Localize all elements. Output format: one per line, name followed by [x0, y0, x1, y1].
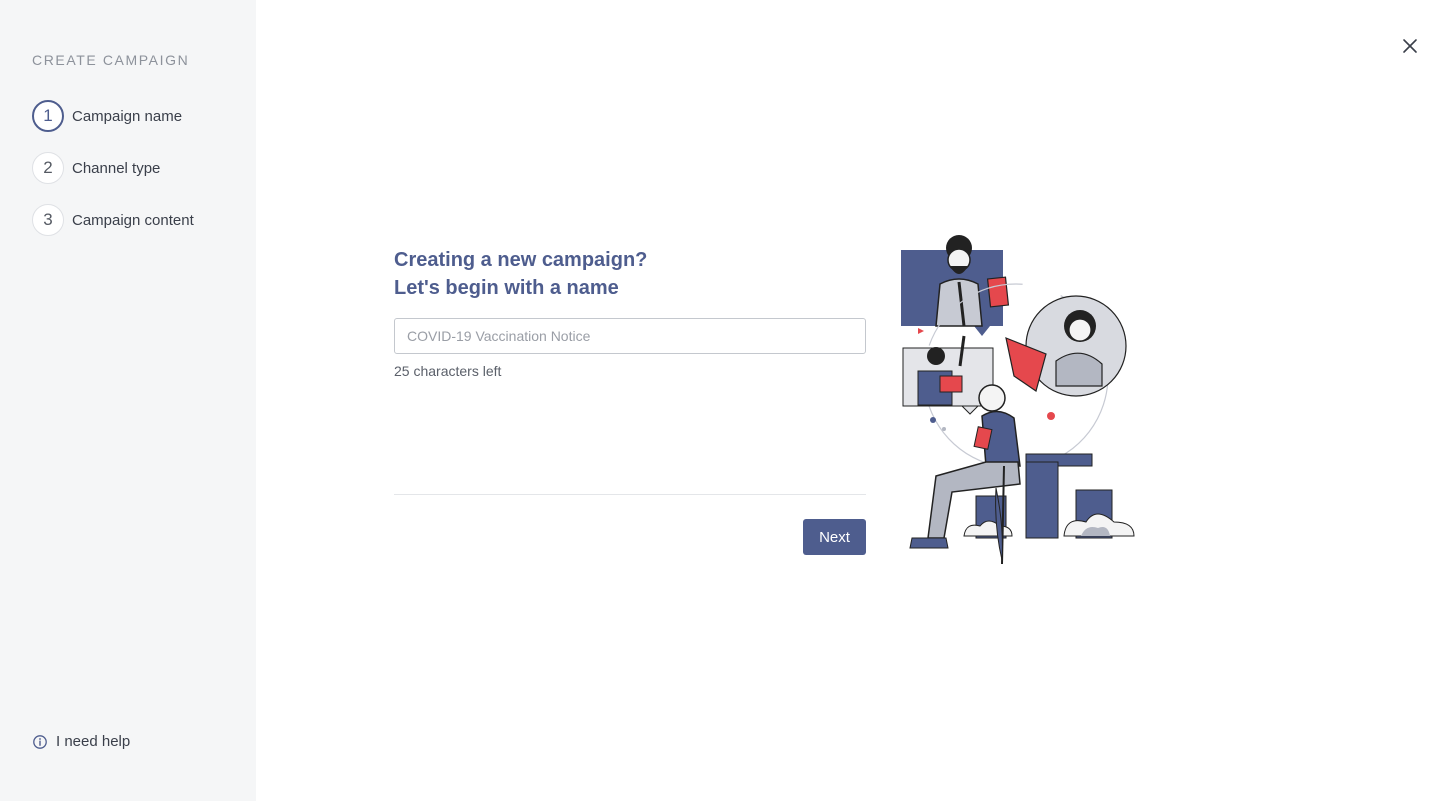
- char-count: 25 characters left: [394, 363, 502, 379]
- help-label: I need help: [56, 733, 131, 750]
- form-divider: [394, 494, 866, 495]
- campaign-name-input[interactable]: [394, 318, 866, 354]
- sidebar-title: CREATE CAMPAIGN: [32, 52, 190, 68]
- step-number: 2: [32, 152, 64, 184]
- step-number: 3: [32, 204, 64, 236]
- create-campaign-dialog: CREATE CAMPAIGN 1 Campaign name 2 Channe…: [0, 0, 1456, 801]
- step-campaign-name[interactable]: 1 Campaign name: [32, 100, 194, 132]
- close-button[interactable]: [1400, 36, 1420, 56]
- info-circle-icon: [33, 734, 47, 749]
- heading-line-1: Creating a new campaign?: [394, 249, 648, 271]
- help-link[interactable]: I need help: [32, 733, 130, 750]
- step-channel-type[interactable]: 2 Channel type: [32, 152, 194, 184]
- close-icon: [1403, 39, 1417, 53]
- step-campaign-content[interactable]: 3 Campaign content: [32, 204, 194, 236]
- step-label: Campaign name: [72, 107, 183, 125]
- team-illustration: [901, 235, 1135, 565]
- step-label: Channel type: [72, 159, 161, 177]
- next-button[interactable]: Next: [803, 519, 866, 555]
- step-label: Campaign content: [72, 211, 194, 229]
- step-list: 1 Campaign name 2 Channel type 3 Campaig…: [32, 100, 194, 256]
- sidebar: CREATE CAMPAIGN 1 Campaign name 2 Channe…: [0, 0, 256, 801]
- step-number: 1: [32, 100, 64, 132]
- heading-line-2: Let's begin with a name: [394, 277, 619, 299]
- form-heading: Creating a new campaign? Let's begin wit…: [394, 246, 647, 302]
